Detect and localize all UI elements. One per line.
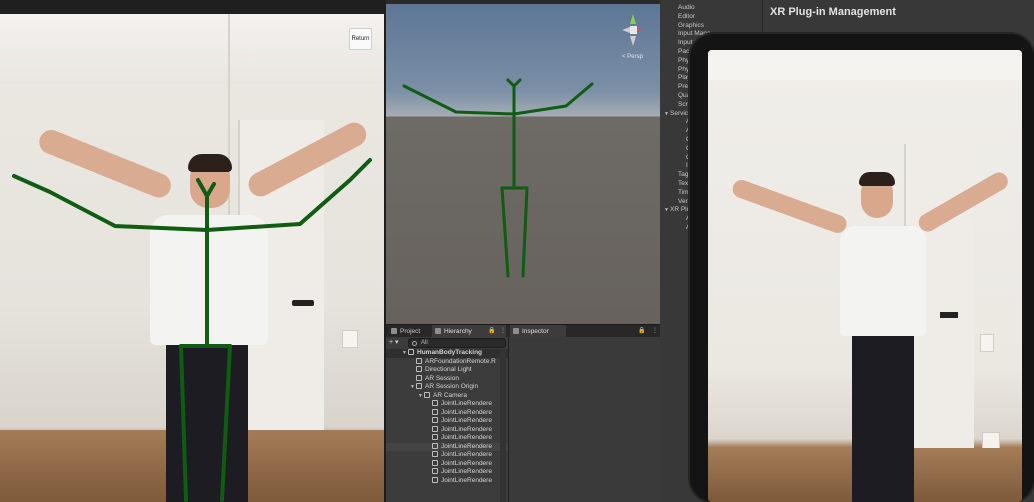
inspector-lock-icon[interactable]: 🔒 (638, 327, 645, 334)
settings-item[interactable]: Editor (664, 13, 724, 22)
hierarchy-item-label: JointLineRendere (441, 451, 492, 458)
hierarchy-item[interactable]: ARFoundationRemote.R (386, 357, 508, 367)
hierarchy-item[interactable]: JointLineRendere (386, 425, 508, 435)
gameobject-icon (432, 459, 438, 466)
hierarchy-item-label: JointLineRendere (441, 408, 492, 416)
gameobject-icon (432, 425, 438, 432)
gameobject-icon (432, 476, 438, 483)
perspective-label[interactable]: < Persp (622, 54, 643, 60)
skeleton-left-leg (179, 344, 188, 502)
folder-icon (391, 328, 397, 334)
panel-tab-bar: Project Hierarchy 🔒 ⋮ Inspector 🔒 ⋮ (386, 325, 660, 337)
unity-scene-icon (408, 349, 414, 355)
person-hair (859, 172, 895, 186)
skeleton-right-leg (220, 344, 232, 502)
hierarchy-item-label: JointLineRendere (441, 476, 492, 484)
gameobject-icon (416, 357, 422, 364)
light-switch (980, 334, 994, 352)
hierarchy-item[interactable]: JointLineRendere (386, 408, 508, 418)
lock-icon[interactable]: 🔒 (488, 327, 495, 334)
settings-item[interactable]: Audio (664, 4, 724, 13)
inspector-panel (510, 337, 660, 502)
settings-page-title: XR Plug-in Management (770, 6, 896, 18)
gameobject-icon (432, 451, 438, 457)
editor-bottom-panels: Project Hierarchy 🔒 ⋮ Inspector 🔒 ⋮ + ▾ … (386, 324, 660, 502)
hierarchy-item-label: JointLineRendere (441, 459, 492, 467)
hierarchy-item-label: AR Camera (433, 391, 467, 399)
hierarchy-item[interactable]: JointLineRendere (386, 476, 508, 486)
settings-item[interactable]: Graphics (664, 22, 724, 31)
inspector-menu-icon[interactable]: ⋮ (652, 327, 658, 334)
hierarchy-item-label: JointLineRendere (441, 442, 492, 450)
gameobject-icon (432, 434, 438, 440)
hierarchy-item[interactable]: AR Session (386, 374, 508, 384)
search-icon (412, 341, 417, 346)
screen-root: Return < Persp Project Hierarchy 🔒 ⋮ Ins… (0, 0, 1034, 502)
gameobject-icon (432, 417, 438, 423)
hierarchy-item[interactable]: JointLineRendere (386, 434, 508, 443)
tab-hierarchy-label: Hierarchy (444, 327, 472, 335)
settings-item-label: XR Plu (670, 206, 691, 214)
hierarchy-item[interactable]: JointLineRendere (386, 417, 508, 426)
hierarchy-item-label: JointLineRendere (441, 417, 492, 424)
settings-item-label: Servic (670, 109, 689, 117)
search-placeholder: All (421, 340, 428, 346)
person-torso (840, 226, 926, 336)
tablet-camera-view (708, 50, 1022, 502)
tracked-skeleton-overlay (12, 158, 372, 502)
hierarchy-item[interactable]: JointLineRendere (386, 442, 508, 451)
hierarchy-item-label: JointLineRendere (441, 425, 492, 433)
scene-view[interactable]: < Persp (386, 0, 660, 324)
gameobject-icon (432, 400, 438, 406)
gameobject-icon (432, 442, 438, 449)
scene-root-row[interactable]: ▼ HumanBodyTracking (386, 349, 508, 358)
gameobject-icon (416, 374, 422, 381)
tablet-device-frame (690, 34, 1034, 502)
hierarchy-item-label: AR Session (425, 374, 459, 382)
scene-name: HumanBodyTracking (417, 349, 483, 356)
list-icon (435, 328, 441, 334)
person-legs (852, 334, 914, 502)
hierarchy-item-label: JointLineRendere (441, 434, 492, 441)
hierarchy-tree: ▼ HumanBodyTracking ARFoundationRemote.R … (386, 349, 508, 502)
hierarchy-item[interactable]: ▼ AR Camera (386, 391, 508, 401)
gameobject-icon (432, 408, 438, 415)
hierarchy-item-label: JointLineRendere (441, 400, 492, 407)
orientation-gizmo-icon[interactable] (618, 10, 648, 50)
hierarchy-item-label: Directional Light (425, 366, 472, 373)
skeleton-arms (12, 158, 372, 232)
panel-splitter[interactable] (508, 337, 509, 502)
tab-inspector-label: Inspector (522, 327, 549, 335)
hierarchy-item[interactable]: ▼ AR Session Origin (386, 383, 508, 392)
room-ceiling (708, 50, 1022, 80)
hierarchy-item[interactable]: JointLineRendere (386, 468, 508, 477)
hierarchy-search-input[interactable]: All (408, 338, 506, 348)
hierarchy-item[interactable]: JointLineRendere (386, 459, 508, 469)
camera-feed: Return (0, 0, 384, 502)
info-icon (513, 328, 519, 334)
hierarchy-item-label: AR Session Origin (425, 383, 479, 390)
tab-project[interactable]: Project (388, 325, 432, 337)
hierarchy-item-label: JointLineRendere (441, 468, 492, 475)
hierarchy-item[interactable]: JointLineRendere (386, 400, 508, 409)
hierarchy-item-label: ARFoundationRemote.R (425, 357, 496, 365)
panel-menu-icon[interactable]: ⋮ (500, 327, 506, 334)
door-handle (940, 312, 958, 318)
tab-project-label: Project (400, 327, 421, 335)
person-left-arm (730, 177, 850, 236)
camera-object-icon (424, 391, 430, 398)
return-button[interactable]: Return (349, 28, 372, 50)
hierarchy-item[interactable]: Directional Light (386, 366, 508, 375)
add-object-button[interactable]: + ▾ (389, 338, 403, 348)
skeleton-head (196, 178, 216, 198)
hierarchy-scrollbar[interactable] (500, 349, 506, 502)
gameobject-icon (416, 383, 422, 389)
hierarchy-item[interactable]: JointLineRendere (386, 451, 508, 460)
gameobject-icon (432, 468, 438, 474)
gameobject-icon (416, 366, 422, 372)
hierarchy-toolbar: + ▾ All (386, 337, 508, 349)
tab-inspector[interactable]: Inspector (510, 325, 566, 337)
